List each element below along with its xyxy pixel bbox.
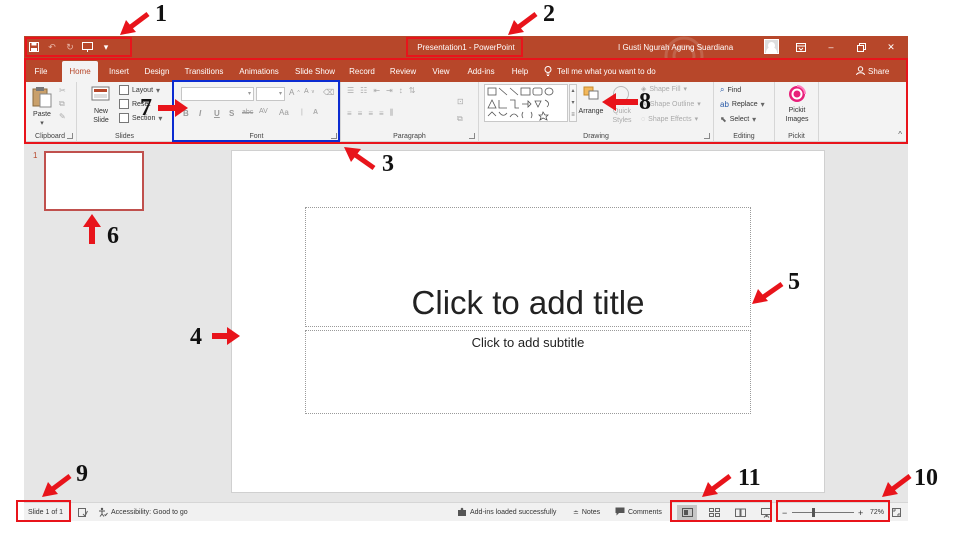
addins-status[interactable]: Add-ins loaded successfully (457, 503, 556, 521)
annotation-arrow-3 (344, 147, 376, 171)
user-name[interactable]: I Gusti Ngurah Agung Suardiana (618, 36, 733, 58)
callout-box-slide-counter (16, 500, 71, 522)
notes-button[interactable]: ≐ Notes (573, 503, 600, 521)
slide-canvas[interactable]: Click to add title Click to add subtitle (231, 150, 825, 493)
callout-box-font-group (172, 80, 340, 142)
annotation-arrow-6 (83, 214, 101, 244)
annotation-number-3: 3 (382, 151, 394, 177)
callout-box-view-buttons (670, 500, 772, 522)
annotation-number-4: 4 (190, 324, 202, 350)
notes-label: Notes (581, 509, 601, 516)
accessibility-status[interactable]: Accessibility: Good to go (98, 503, 188, 521)
accessibility-label: Accessibility: Good to go (111, 509, 188, 516)
notes-icon: ≐ (573, 509, 579, 517)
minimize-icon[interactable]: – (818, 36, 844, 58)
annotation-arrow-1 (120, 12, 150, 35)
avatar[interactable] (764, 39, 779, 54)
annotation-number-1: 1 (155, 1, 167, 27)
restore-icon[interactable] (848, 36, 874, 58)
fit-slide-icon[interactable] (892, 503, 901, 521)
annotation-number-2: 2 (543, 1, 555, 27)
annotation-arrow-11 (702, 474, 732, 497)
comments-label: Comments (628, 509, 662, 516)
ribbon-display-options-icon[interactable] (788, 36, 814, 58)
annotation-number-9: 9 (76, 461, 88, 487)
annotation-arrow-7 (158, 99, 188, 117)
subtitle-placeholder[interactable]: Click to add subtitle (305, 330, 751, 414)
annotation-number-5: 5 (788, 269, 800, 295)
annotation-number-7: 7 (140, 95, 152, 121)
annotation-arrow-4 (212, 327, 240, 345)
annotation-number-6: 6 (107, 223, 119, 249)
annotation-arrow-9 (42, 474, 72, 497)
annotation-arrow-8 (602, 93, 638, 111)
callout-box-zoom (776, 500, 890, 522)
annotation-number-10: 10 (914, 465, 938, 491)
spelling-check-icon[interactable] (78, 503, 88, 521)
slide-thumbnail[interactable] (44, 151, 144, 211)
callout-box-title (406, 37, 523, 57)
comments-button[interactable]: Comments (615, 503, 662, 521)
slide-thumbnails-pane: 1 (24, 143, 158, 500)
close-icon[interactable]: ✕ (878, 36, 904, 58)
callout-box-quick-access (25, 37, 132, 57)
title-placeholder[interactable]: Click to add title (305, 207, 751, 327)
annotation-arrow-10 (882, 474, 912, 497)
annotation-number-8: 8 (639, 89, 651, 115)
accessibility-icon (98, 507, 108, 519)
addins-label: Add-ins loaded successfully (470, 509, 557, 516)
puzzle-icon (457, 507, 467, 519)
annotation-arrow-5 (752, 281, 784, 304)
annotation-arrow-2 (508, 12, 538, 35)
thumbnail-number: 1 (33, 151, 38, 160)
comment-icon (615, 507, 625, 518)
annotation-number-11: 11 (738, 465, 761, 491)
